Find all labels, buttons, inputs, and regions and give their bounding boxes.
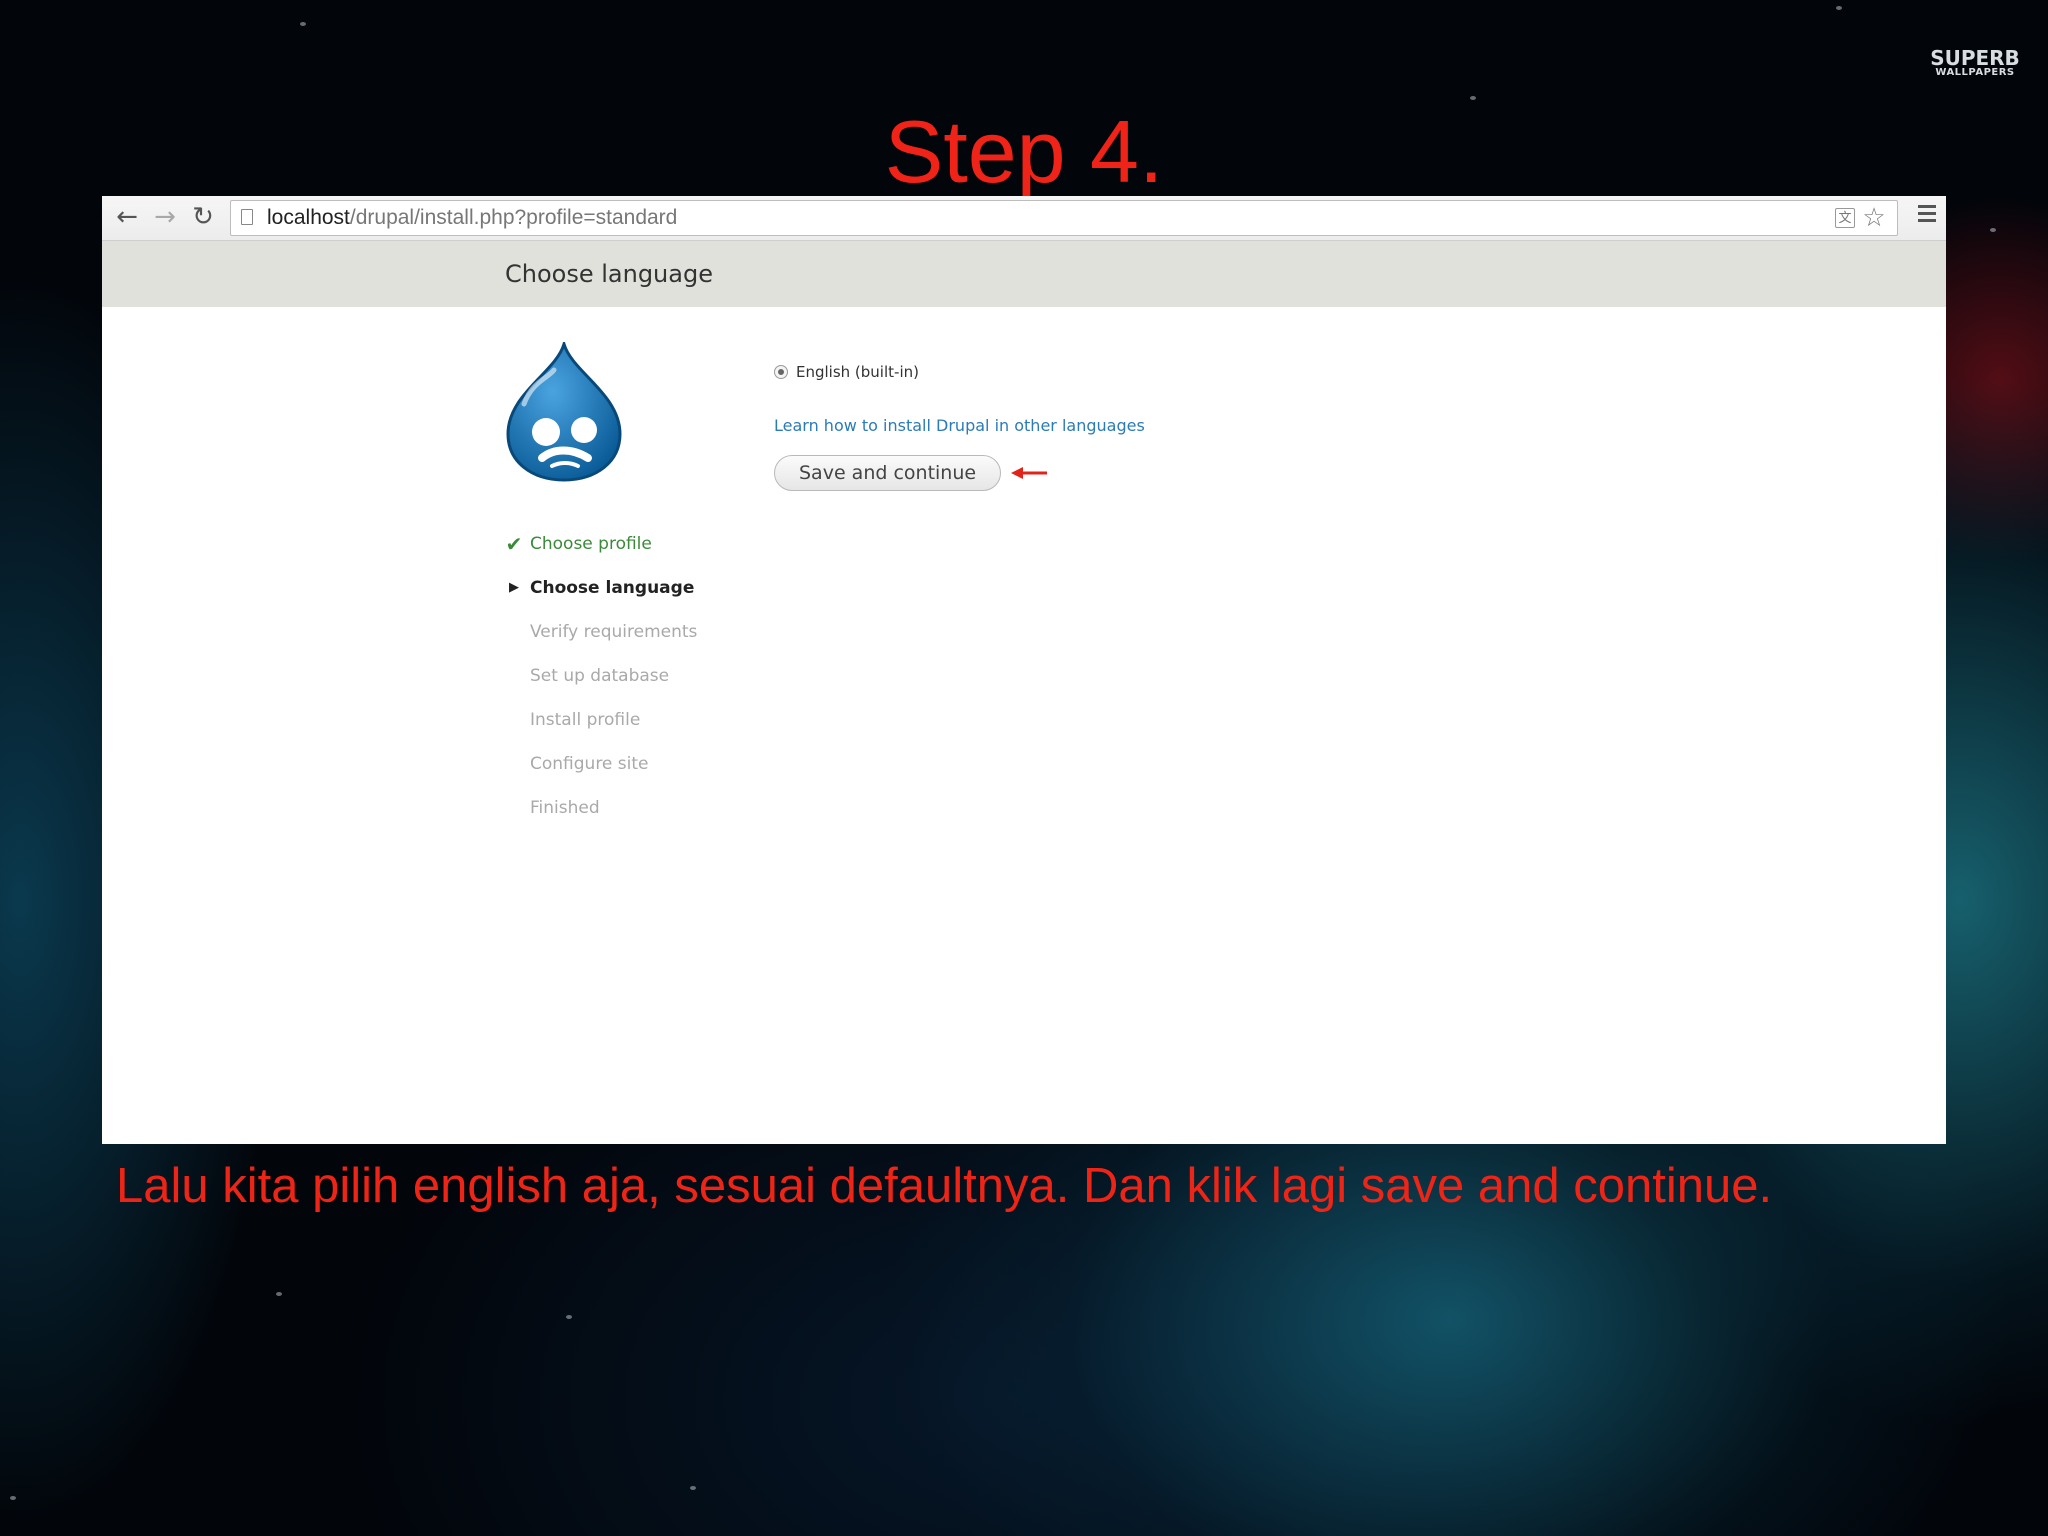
forward-arrow-icon[interactable]: → (150, 202, 180, 232)
reload-icon[interactable]: ↻ (188, 202, 218, 232)
star-dot (300, 22, 306, 26)
browser-toolbar: ← → ↻ localhost/drupal/install.php?profi… (102, 196, 1946, 241)
language-form: English (built-in) Learn how to install … (774, 360, 1674, 493)
watermark-top: SUPERB (1930, 46, 2020, 70)
translate-icon[interactable]: 文 (1835, 208, 1855, 228)
caption-text: Lalu kita pilih english aja, sesuai defa… (116, 1159, 1773, 1213)
triangle-right-icon: ▶ (509, 580, 519, 595)
step-label: Set up database (530, 666, 670, 686)
step-choose-profile: ✔ Choose profile (504, 522, 804, 566)
page-title: Choose language (505, 260, 713, 288)
save-and-continue-button[interactable]: Save and continue (774, 455, 1002, 491)
step-set-up-database: Set up database (504, 654, 804, 698)
step-label: Configure site (530, 754, 649, 774)
browser-window: ← → ↻ localhost/drupal/install.php?profi… (102, 196, 1946, 1144)
step-configure-site: Configure site (504, 742, 804, 786)
language-option-english[interactable]: English (built-in) (774, 360, 1674, 384)
back-arrow-icon[interactable]: ← (112, 202, 142, 232)
url-text[interactable]: localhost/drupal/install.php?profile=sta… (267, 201, 677, 235)
save-row: Save and continue (774, 453, 1674, 493)
step-label: Choose language (530, 578, 695, 598)
watermark-bottom: WALLPAPERS (1935, 67, 2015, 78)
star-dot (690, 1486, 696, 1490)
page-icon (241, 209, 253, 225)
star-dot (276, 1292, 282, 1296)
star-dot (10, 1496, 16, 1500)
other-languages-link[interactable]: Learn how to install Drupal in other lan… (774, 416, 1674, 435)
step-choose-language: ▶ Choose language (504, 566, 804, 610)
url-host: localhost (267, 206, 350, 229)
install-steps-list: ✔ Choose profile ▶ Choose language Verify … (504, 522, 804, 830)
step-label: Finished (530, 798, 600, 818)
step-title: Step 4. (884, 102, 1164, 201)
star-dot (1836, 6, 1842, 10)
step-label: Choose profile (530, 534, 652, 554)
step-install-profile: Install profile (504, 698, 804, 742)
star-dot (1470, 96, 1476, 100)
menu-icon[interactable] (1918, 205, 1936, 229)
star-dot (1990, 228, 1996, 232)
address-bar[interactable]: localhost/drupal/install.php?profile=sta… (230, 200, 1898, 236)
step-finished: Finished (504, 786, 804, 830)
watermark-logo: SUPERB WALLPAPERS (1930, 48, 2020, 78)
red-arrow-icon (1011, 467, 1048, 479)
star-dot (566, 1315, 572, 1319)
bookmark-star-icon[interactable]: ☆ (1859, 203, 1889, 233)
step-label: Install profile (530, 710, 641, 730)
english-radio-label[interactable]: English (built-in) (796, 363, 919, 381)
checkmark-icon: ✔ (505, 532, 523, 556)
page-header: Choose language (102, 241, 1946, 307)
url-path: /drupal/install.php?profile=standard (349, 206, 678, 229)
step-verify-requirements: Verify requirements (504, 610, 804, 654)
drupal-drop-logo (506, 342, 622, 482)
english-radio[interactable] (774, 365, 788, 379)
step-label: Verify requirements (530, 622, 698, 642)
